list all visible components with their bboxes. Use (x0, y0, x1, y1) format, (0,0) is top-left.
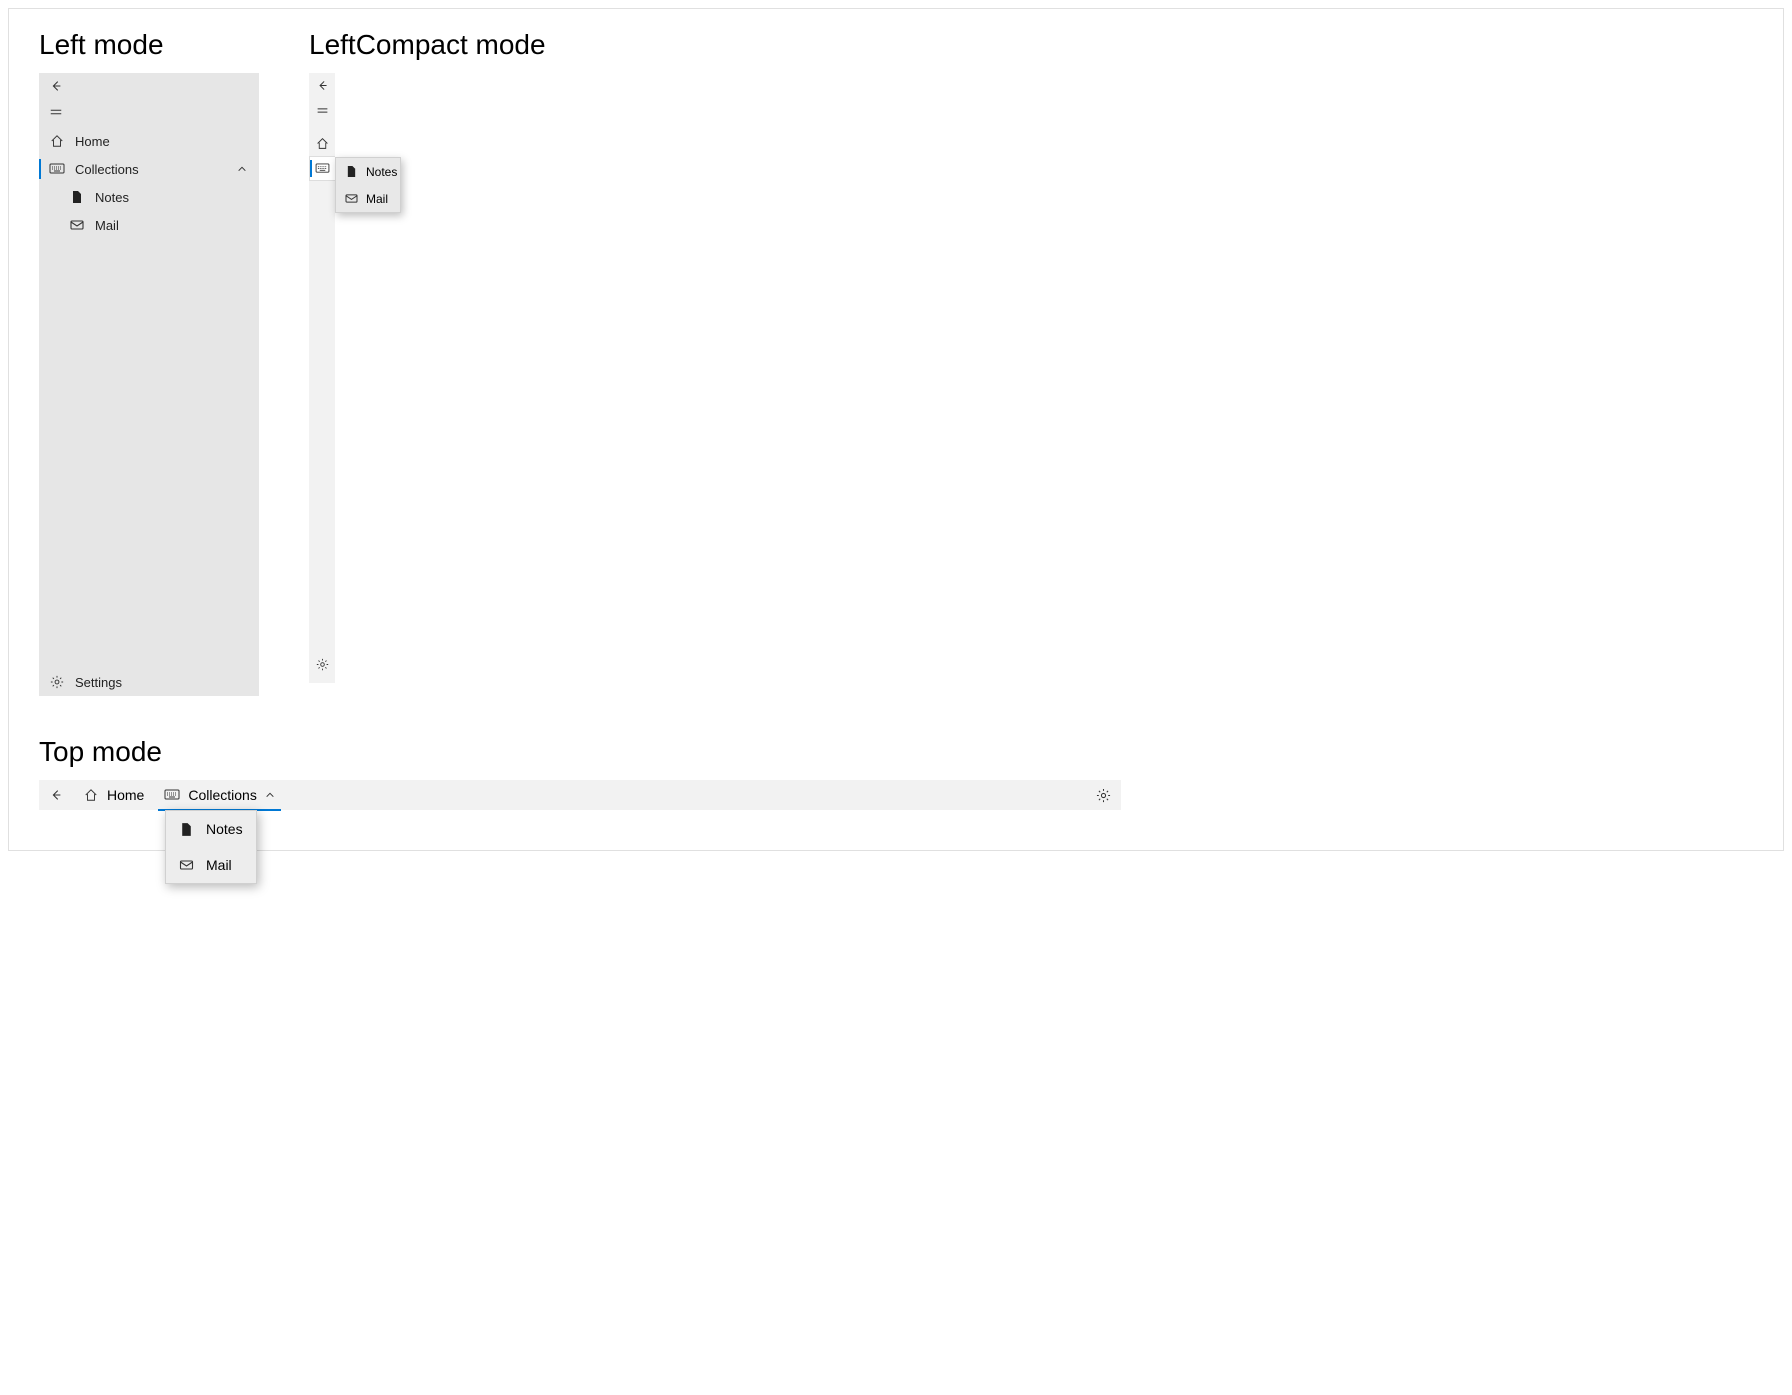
top-flyout-item-mail[interactable]: Mail (166, 847, 256, 883)
nav-item-label: Mail (95, 218, 119, 233)
left-mode-pane: Home Collections Notes (39, 73, 259, 696)
hamburger-button[interactable] (39, 99, 259, 125)
top-nav-label: Home (107, 787, 144, 803)
nav-item-mail[interactable]: Mail (39, 211, 259, 239)
top-flyout-item-notes[interactable]: Notes (166, 811, 256, 847)
nav-item-label: Home (75, 134, 110, 149)
keyboard-icon (49, 163, 65, 175)
flyout-item-mail[interactable]: Mail (336, 185, 400, 212)
hamburger-icon (49, 105, 63, 119)
chevron-up-icon (265, 790, 275, 800)
document-icon (71, 190, 83, 204)
top-flyout-label: Notes (206, 821, 243, 837)
nav-item-notes[interactable]: Notes (39, 183, 259, 211)
top-back-button[interactable] (39, 780, 73, 810)
nav-item-collections[interactable]: Collections (39, 155, 259, 183)
compact-flyout: Notes Mail (335, 157, 401, 213)
top-nav-home[interactable]: Home (73, 780, 154, 810)
document-icon (180, 822, 193, 837)
keyboard-icon (315, 163, 330, 174)
document-icon (346, 165, 357, 178)
left-compact-pane (309, 73, 335, 683)
top-flyout: Notes Mail (165, 810, 257, 884)
home-icon (316, 137, 329, 150)
top-mode-bar: Home Collections (39, 780, 1121, 810)
compact-back-button[interactable] (309, 73, 335, 98)
gear-icon (316, 658, 329, 671)
left-compact-mode-title: LeftCompact mode (309, 29, 546, 61)
nav-item-label: Settings (75, 675, 122, 690)
mail-icon (70, 219, 84, 231)
top-nav-label: Collections (188, 787, 256, 803)
keyboard-icon (164, 789, 180, 801)
flyout-item-label: Mail (366, 192, 388, 206)
hamburger-icon (316, 104, 329, 117)
nav-item-label: Collections (75, 162, 139, 177)
back-button[interactable] (39, 73, 259, 99)
gear-icon (50, 675, 64, 689)
chevron-up-icon (237, 164, 247, 174)
home-icon (84, 788, 98, 802)
compact-nav-home[interactable] (309, 131, 335, 156)
back-arrow-icon (49, 788, 63, 802)
flyout-item-notes[interactable]: Notes (336, 158, 400, 185)
nav-item-label: Notes (95, 190, 129, 205)
top-flyout-label: Mail (206, 857, 232, 873)
gear-icon (1096, 788, 1111, 803)
top-mode-title: Top mode (39, 736, 1753, 768)
nav-item-home[interactable]: Home (39, 127, 259, 155)
back-arrow-icon (49, 79, 63, 93)
mail-icon (179, 859, 194, 871)
compact-nav-settings[interactable] (309, 652, 335, 677)
compact-nav-collections[interactable] (309, 156, 335, 181)
flyout-item-label: Notes (366, 165, 397, 179)
top-nav-settings[interactable] (1096, 788, 1111, 803)
left-mode-title: Left mode (39, 29, 259, 61)
back-arrow-icon (316, 79, 329, 92)
compact-hamburger-button[interactable] (309, 98, 335, 123)
home-icon (50, 134, 64, 148)
mail-icon (345, 193, 358, 204)
nav-item-settings[interactable]: Settings (39, 668, 259, 696)
top-nav-collections[interactable]: Collections (154, 780, 284, 810)
